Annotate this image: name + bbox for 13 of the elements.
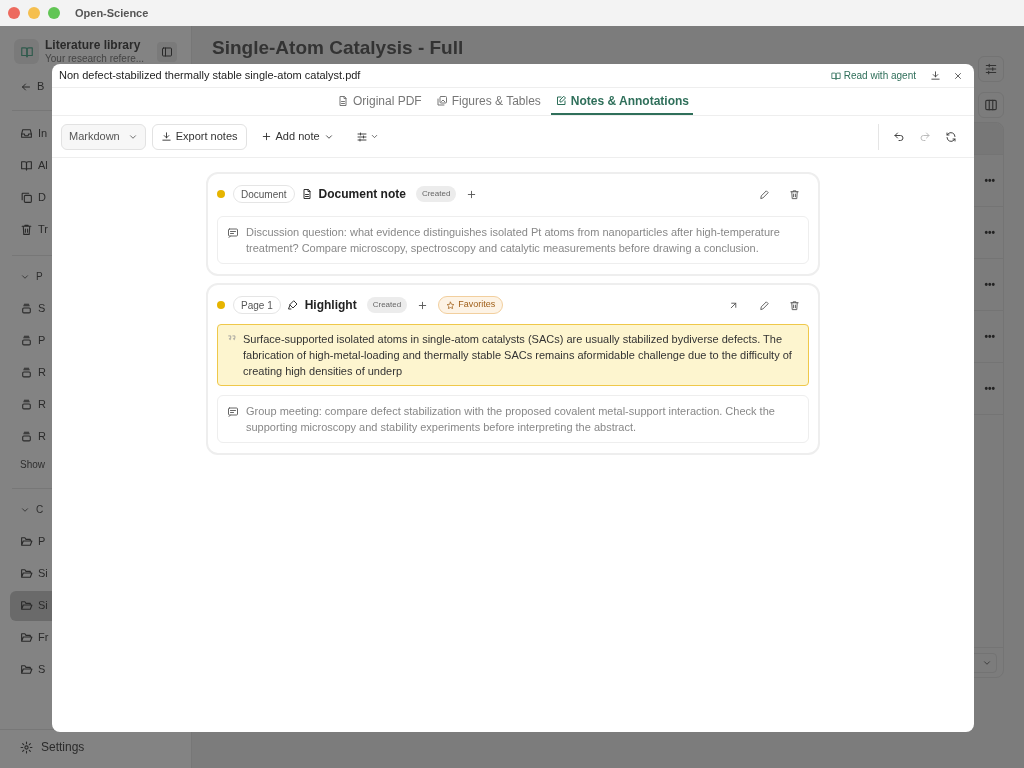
note-title: Document note [318, 186, 406, 203]
library-subtitle: Your research refere... [45, 53, 146, 66]
library-title: Literature library [45, 38, 142, 53]
comment-text: Discussion question: what evidence distinguishes isolated Pt atoms from nanoparticles after high-temperature treatment? Compare microscopy, spectroscopy and catalytic measurements before drawing a conclusion. [246, 225, 781, 256]
note-title: Highlight [304, 297, 357, 314]
quote-text: Surface-supported isolated atoms in single-atom catalysts (SACs) are usually stabilized bydiverse defects. The fabrication of high-metal-loading and thermally stable SACs remains aformidable challenge due to the difficulty of creating high densities of underp [243, 332, 793, 379]
status-badge: Created [366, 297, 408, 313]
page-title: Single-Atom Catalysis - Full [212, 36, 464, 60]
status-badge: Created [415, 186, 457, 202]
file-name: Non defect-stabilized thermally stable single-atom catalyst.pdf [59, 68, 362, 84]
app-title: Open-Science [75, 5, 149, 21]
comment-text: Group meeting: compare defect stabilization with the proposed covalent metal-support interaction. Check the supporting microscopy and stability experiments before interpreting the abstract. [246, 404, 776, 435]
tag: Favorites [438, 296, 504, 314]
